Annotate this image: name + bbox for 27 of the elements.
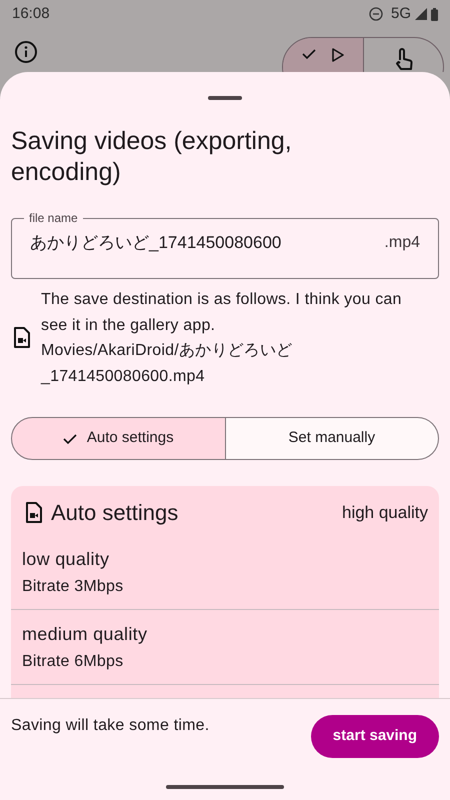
sheet-title: Saving videos (exporting, encoding) [11, 126, 293, 188]
battery-icon [431, 8, 438, 20]
touch-icon [394, 48, 414, 72]
mode-tab[interactable]: Set manually [226, 417, 439, 460]
video-file-icon [13, 327, 31, 349]
destination-text: The save destination is as follows. I think you can see it in the gallery app. Movies/AkariDroid/あかりどろいど _1741450080600.mp4 [41, 290, 403, 386]
quality-option[interactable]: low quality Bitrate 3Mbps [11, 535, 439, 610]
footer-note: Saving will take some time. [11, 716, 210, 736]
video-file-icon [25, 502, 43, 524]
drag-handle[interactable] [208, 96, 242, 100]
card-title: Auto settings [51, 499, 178, 527]
check-icon [62, 432, 77, 444]
quality-option[interactable]: medium quality Bitrate 6Mbps [11, 610, 439, 685]
info-icon[interactable] [14, 40, 38, 64]
file-name-field[interactable]: file name あかりどろいど_1741450080600 .mp4 [11, 210, 439, 279]
clock: 16:08 [12, 4, 50, 24]
do-not-disturb-icon [368, 7, 383, 21]
signal-icon [415, 8, 427, 20]
mode-tab[interactable]: Auto settings [11, 417, 226, 460]
play-icon [332, 48, 344, 62]
field-label: file name [28, 210, 79, 226]
file-extension: .mp4 [384, 232, 420, 253]
network-type: 5G [390, 4, 411, 24]
start-saving-button[interactable]: start saving [310, 715, 439, 758]
current-quality: high quality [342, 502, 428, 524]
check-icon [302, 48, 316, 60]
navigation-handle[interactable] [166, 785, 284, 789]
